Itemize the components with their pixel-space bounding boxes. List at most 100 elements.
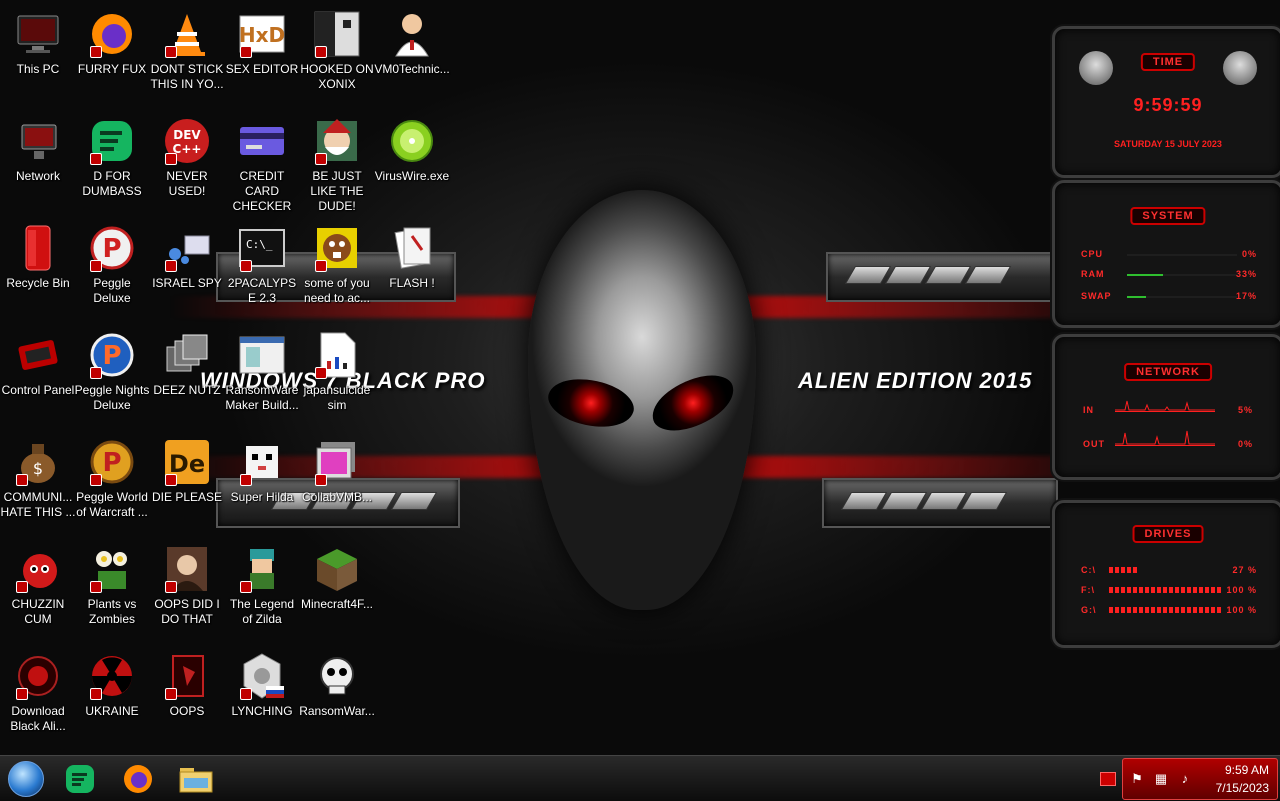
system-meter-fill	[1127, 274, 1164, 276]
icon-label: VM0Technic...	[374, 62, 450, 76]
time-gadget[interactable]: TIME 9:59:59 SATURDAY 15 JULY 2023	[1052, 26, 1280, 178]
desktop-icon-be-just-like[interactable]: BE JUST LIKE THE DUDE!	[299, 111, 375, 215]
icon-label: OOPS	[169, 704, 205, 718]
icon-label: RansomWar...	[299, 704, 375, 718]
flag-icon[interactable]: ⚑	[1129, 771, 1145, 787]
desktop-icon-oops[interactable]: OOPS	[149, 646, 225, 750]
system-meter	[1127, 254, 1237, 256]
icon-label: Peggle World of Warcraft ...	[76, 490, 148, 519]
system-gadget[interactable]: SYSTEM CPU 0% RAM 33% SWAP 17%	[1052, 180, 1280, 328]
system-meter	[1127, 274, 1237, 276]
svg-text:P: P	[102, 341, 121, 371]
desktop-icon-network[interactable]: Network	[0, 111, 76, 215]
desktop-icon-ukraine[interactable]: UKRAINE	[74, 646, 150, 750]
desktop-icon-viruswire[interactable]: VirusWire.exe	[374, 111, 450, 215]
desktop-icon-peggle-world[interactable]: P Peggle World of Warcraft ...	[74, 432, 150, 536]
desktop-icon-control-panel[interactable]: Control Panel	[0, 325, 76, 429]
desktop-icon-legend-of-zilda[interactable]: The Legend of Zilda	[224, 539, 300, 643]
icon-label: D FOR DUMBASS	[82, 169, 142, 198]
volume-icon[interactable]: ♪	[1177, 771, 1193, 787]
icon-label: CHUZZIN CUM	[11, 597, 65, 626]
network-gadget[interactable]: NETWORK IN 5% OUT 0%	[1052, 334, 1280, 480]
desktop-icon-super-hilda[interactable]: Super Hilda	[224, 432, 300, 536]
desktop-icon-ransomware-maker[interactable]: RansomWare Maker Build...	[224, 325, 300, 429]
desktop-icon-plants-vs-zombies[interactable]: Plants vs Zombies	[74, 539, 150, 643]
control-panel-icon	[14, 331, 62, 379]
desktop-icon-d-for-dumbass[interactable]: D FOR DUMBASS	[74, 111, 150, 215]
system-meter	[1127, 296, 1237, 298]
money-bag-icon: $	[14, 438, 62, 486]
network-in-graph	[1115, 395, 1215, 412]
desktop-icon-sex-editor[interactable]: HxD SEX EDITOR	[224, 4, 300, 108]
emblem-icon	[238, 652, 286, 700]
desktop-icon-hooked-on-xonix[interactable]: HOOKED ON XONIX	[299, 4, 375, 108]
desktop-icon-die-please[interactable]: De DIE PLEASE	[149, 432, 225, 536]
grass-block-icon	[313, 545, 361, 593]
desktop-icon-flash[interactable]: FLASH !	[374, 218, 450, 322]
icon-label: CREDIT CARD CHECKER	[232, 169, 292, 213]
taskbar-app-explorer[interactable]	[176, 760, 216, 798]
desktop-icon-chuzzin[interactable]: CHUZZIN CUM	[0, 539, 76, 643]
desktop-icon-deez-nuts[interactable]: DEEZ NUTZ	[149, 325, 225, 429]
desktop-icon-oops-did-i[interactable]: OOPS DID I DO THAT	[149, 539, 225, 643]
desktop-icon-some-of-you[interactable]: some of you need to ac...	[299, 218, 375, 322]
shortcut-arrow-icon	[16, 688, 28, 700]
desktop-icon-peggle-nights[interactable]: P Peggle Nights Deluxe	[74, 325, 150, 429]
lime-icon	[388, 117, 436, 165]
network-tray-icon[interactable]: ▦	[1153, 771, 1169, 787]
gadget-header: SYSTEM	[1130, 207, 1206, 225]
drive-row-label: F:\	[1081, 585, 1095, 595]
desktop-icon-peggle-deluxe[interactable]: P Peggle Deluxe	[74, 218, 150, 322]
clock-time: 9:59 AM	[1224, 763, 1269, 777]
alien-head-logo	[528, 190, 756, 610]
stacked-windows-icon	[163, 331, 211, 379]
desktop-icon-furry-fux[interactable]: FURRY FUX	[74, 4, 150, 108]
start-orb-icon	[8, 761, 44, 797]
desktop-icon-lynching[interactable]: LYNCHING	[224, 646, 300, 750]
shortcut-arrow-icon	[90, 581, 102, 593]
shortcut-arrow-icon	[90, 46, 102, 58]
start-button[interactable]	[6, 760, 46, 798]
taskbar-app-chat[interactable]	[60, 760, 100, 798]
drives-gadget[interactable]: DRIVES C:\ 27 % F:\ 100 % G:\ 100 %	[1052, 500, 1280, 648]
desktop-icon-this-pc[interactable]: This PC	[0, 4, 76, 108]
icon-label: Minecraft4F...	[300, 597, 374, 611]
shortcut-arrow-icon	[240, 260, 252, 272]
system-row-value: 0%	[1241, 249, 1257, 259]
icon-label: DIE PLEASE	[151, 490, 223, 504]
icon-label: 2PACALYPSE 2.3	[227, 276, 297, 305]
desktop-icon-recycle-bin[interactable]: Recycle Bin	[0, 218, 76, 322]
desktop-icon-israel-spy[interactable]: ISRAEL SPY	[149, 218, 225, 322]
desktop-icon-communi[interactable]: $ COMMUNI... HATE THIS ...	[0, 432, 76, 536]
desktop-icon-credit-card-checker[interactable]: CREDIT CARD CHECKER	[224, 111, 300, 215]
desktop-icon-dont-stick[interactable]: DONT STICK THIS IN YO...	[149, 4, 225, 108]
chat-bubble-icon	[88, 117, 136, 165]
icon-label: SEX EDITOR	[225, 62, 299, 76]
beaver-icon	[313, 224, 361, 272]
desktop-icon-download-black[interactable]: Download Black Ali...	[0, 646, 76, 750]
shortcut-arrow-icon	[165, 46, 177, 58]
clock-date: 7/15/2023	[1215, 781, 1269, 795]
gadget-date: SATURDAY 15 JULY 2023	[1114, 139, 1222, 149]
show-hidden-icons-button[interactable]	[1100, 772, 1116, 786]
alien-eye	[542, 367, 640, 439]
desktop-icon-vm0technic[interactable]: VM0Technic...	[374, 4, 450, 108]
desktop-icon-japansuicide[interactable]: japansuicide sim	[299, 325, 375, 429]
alien-icon	[1223, 51, 1257, 85]
desktop-icon-minecraft[interactable]: Minecraft4F...	[299, 539, 375, 643]
desktop-icon-collabvm[interactable]: CollabVMB...	[299, 432, 375, 536]
taskbar-app-firefox[interactable]	[118, 760, 158, 798]
metal-panel	[826, 252, 1058, 302]
network-share-icon	[163, 224, 211, 272]
desktop-icon-never-used[interactable]: DEV C++ NEVER USED!	[149, 111, 225, 215]
drive-meter-fill	[1109, 607, 1221, 613]
desktop-icon-2pacalypse[interactable]: C:\_ 2PACALYPSE 2.3	[224, 218, 300, 322]
drive-row-value: 27 %	[1232, 565, 1257, 575]
icon-label: VirusWire.exe	[374, 169, 450, 183]
portrait-icon	[163, 545, 211, 593]
icon-label: OOPS DID I DO THAT	[154, 597, 220, 626]
network-in-value: 5%	[1237, 405, 1253, 415]
desktop-icon-ransomwar[interactable]: RansomWar...	[299, 646, 375, 750]
shortcut-arrow-icon	[240, 46, 252, 58]
system-meter-fill	[1127, 296, 1146, 298]
